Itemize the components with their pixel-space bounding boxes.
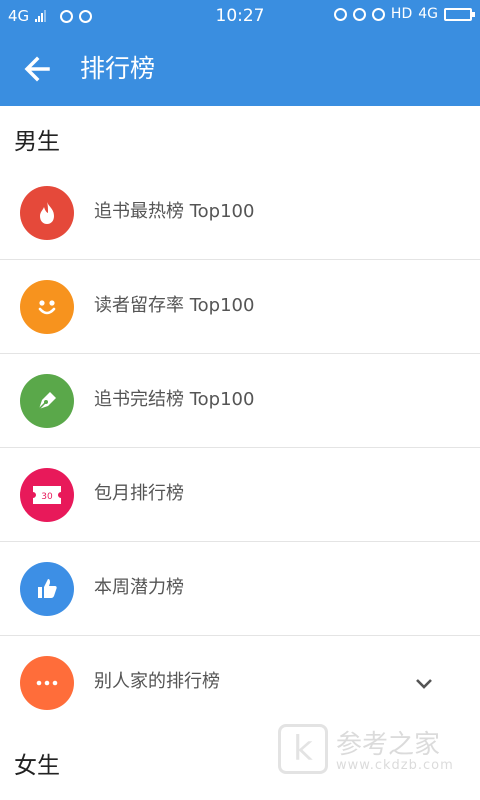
watermark-url: www.ckdzb.com bbox=[336, 758, 454, 773]
bluetooth-icon bbox=[352, 7, 366, 21]
watermark-logo: k bbox=[278, 724, 328, 774]
status-right: HD 4G bbox=[333, 6, 475, 22]
ticket-icon: 30 bbox=[20, 468, 74, 522]
item-label: 别人家的排行榜 bbox=[94, 671, 220, 692]
ticket-icon-text: 30 bbox=[41, 492, 53, 502]
ranking-item-monthly[interactable]: 30 包月排行榜 bbox=[0, 448, 480, 542]
more-icon bbox=[20, 656, 74, 710]
network-right-label: 4G bbox=[418, 6, 438, 22]
page-title: 排行榜 bbox=[80, 54, 156, 83]
ranking-item-others[interactable]: 别人家的排行榜 bbox=[0, 636, 480, 730]
status-bar: 4G 10:27 HD 4G bbox=[0, 0, 480, 32]
app-bar: 排行榜 bbox=[0, 32, 480, 106]
flame-icon bbox=[20, 186, 74, 240]
ranking-item-weekly-potential[interactable]: 本周潜力榜 bbox=[0, 542, 480, 636]
watermark-text: 参考之家 bbox=[336, 730, 441, 760]
section-header-female: 女生 bbox=[14, 753, 60, 779]
smiley-icon bbox=[20, 280, 74, 334]
watermark: k 参考之家 www.ckdzb.com bbox=[274, 722, 474, 782]
section-header-male: 男生 bbox=[14, 129, 60, 155]
ranking-item-completed[interactable]: 追书完结榜 Top100 bbox=[0, 354, 480, 448]
back-button[interactable] bbox=[20, 51, 56, 87]
rotation-lock-icon bbox=[333, 7, 347, 21]
item-label: 读者留存率 Top100 bbox=[94, 295, 255, 316]
thumbs-up-icon bbox=[20, 562, 74, 616]
battery-icon bbox=[444, 7, 475, 21]
hd-label: HD bbox=[390, 6, 413, 22]
pen-nib-icon bbox=[20, 374, 74, 428]
ranking-item-retention[interactable]: 读者留存率 Top100 bbox=[0, 260, 480, 354]
item-label: 本周潜力榜 bbox=[94, 577, 184, 598]
arrow-left-icon bbox=[24, 56, 50, 82]
item-label: 追书最热榜 Top100 bbox=[94, 201, 255, 222]
chevron-down-icon[interactable] bbox=[414, 675, 434, 691]
item-label: 追书完结榜 Top100 bbox=[94, 389, 255, 410]
alarm-icon bbox=[371, 7, 385, 21]
item-label: 包月排行榜 bbox=[94, 483, 184, 504]
ranking-item-hottest[interactable]: 追书最热榜 Top100 bbox=[0, 166, 480, 260]
